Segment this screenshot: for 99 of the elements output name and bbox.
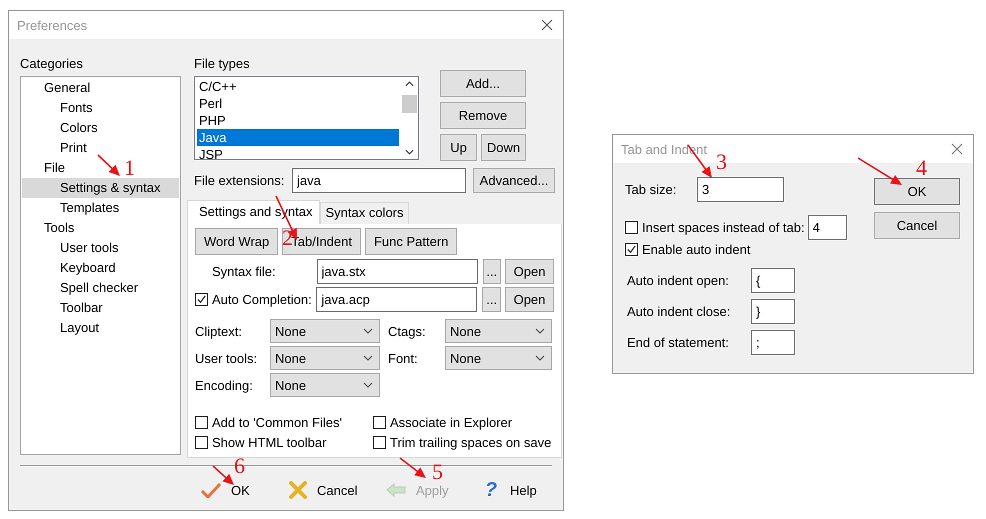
remove-button[interactable]: Remove bbox=[440, 102, 526, 129]
checkmark-icon bbox=[201, 482, 221, 498]
chevron-down-icon bbox=[535, 355, 545, 361]
down-button[interactable]: Down bbox=[481, 134, 526, 161]
checkbox[interactable] bbox=[373, 416, 386, 429]
file-field[interactable]: java.stx bbox=[316, 259, 478, 284]
categories-label: Categories bbox=[20, 56, 84, 72]
tab-size-field[interactable]: 3 bbox=[697, 177, 784, 202]
annotation-arrow bbox=[97, 154, 120, 176]
close-icon[interactable] bbox=[951, 143, 963, 155]
checkbox[interactable] bbox=[195, 293, 208, 306]
annotation-number: 1 bbox=[124, 158, 135, 177]
list-item[interactable]: C/C++ bbox=[197, 78, 399, 95]
panel-button[interactable]: Word Wrap bbox=[195, 228, 278, 255]
dropdown[interactable]: None bbox=[270, 346, 380, 370]
file-extensions-label: File extensions: bbox=[194, 173, 286, 188]
list-item[interactable]: JSP bbox=[197, 146, 399, 163]
dropdown[interactable]: None bbox=[270, 319, 380, 343]
tree-item[interactable]: File bbox=[22, 158, 69, 178]
field-label: End of statement: bbox=[626, 335, 730, 350]
panel-button[interactable]: Func Pattern bbox=[364, 228, 458, 255]
text-field[interactable]: } bbox=[751, 299, 795, 324]
close-icon[interactable] bbox=[541, 19, 553, 31]
dropdown-label: User tools: bbox=[195, 350, 258, 366]
checkbox[interactable] bbox=[195, 416, 208, 429]
help-button[interactable]: ? Help bbox=[482, 478, 537, 502]
list-item[interactable]: PHP bbox=[197, 112, 399, 129]
checkbox-label: Trim trailing spaces on save bbox=[390, 435, 552, 450]
arrow-left-icon bbox=[386, 483, 406, 497]
tree-item[interactable]: Layout bbox=[22, 318, 104, 338]
x-mark-icon bbox=[289, 481, 307, 499]
tree-item[interactable]: User tools bbox=[22, 238, 123, 258]
ok-button[interactable]: OK bbox=[874, 178, 960, 205]
tree-item[interactable]: General bbox=[22, 78, 94, 98]
tree-item[interactable]: Colors bbox=[22, 118, 102, 138]
list-item[interactable]: Perl bbox=[197, 95, 399, 112]
spaces-field[interactable]: 4 bbox=[808, 215, 847, 240]
chevron-down-icon bbox=[363, 355, 373, 361]
checkbox[interactable] bbox=[625, 221, 638, 234]
chevron-down-icon bbox=[363, 382, 373, 388]
browse-button[interactable]: ... bbox=[482, 287, 502, 312]
tab[interactable]: Syntax colors bbox=[320, 202, 409, 224]
annotation-number: 3 bbox=[716, 152, 727, 171]
chevron-down-icon bbox=[363, 328, 373, 334]
annotation-number: 6 bbox=[234, 456, 245, 475]
checkbox-label: Show HTML toolbar bbox=[212, 435, 326, 450]
dropdown-label: Ctags: bbox=[387, 324, 427, 338]
tree-item[interactable]: Print bbox=[22, 138, 91, 158]
checkbox-label: Associate in Explorer bbox=[390, 415, 512, 430]
ok-button[interactable]: OK bbox=[201, 478, 289, 502]
dropdown[interactable]: None bbox=[445, 319, 552, 343]
tree-item[interactable]: Keyboard bbox=[22, 258, 120, 278]
annotation-number: 4 bbox=[916, 158, 927, 177]
annotation-arrow bbox=[400, 457, 426, 478]
tree-item[interactable]: Settings & syntax bbox=[22, 178, 179, 198]
help-icon: ? bbox=[482, 480, 500, 500]
cancel-button[interactable]: Cancel bbox=[874, 212, 960, 239]
chevron-up-icon[interactable] bbox=[405, 81, 414, 87]
tree-item[interactable]: Fonts bbox=[22, 98, 97, 118]
list-item[interactable]: Java bbox=[197, 129, 399, 146]
text-field[interactable]: ; bbox=[751, 330, 795, 355]
checkbox-label: Add to 'Common Files' bbox=[212, 415, 342, 430]
annotation-arrow bbox=[858, 157, 902, 185]
annotation-arrow bbox=[212, 465, 234, 485]
annotation-number: 5 bbox=[432, 462, 443, 481]
up-button[interactable]: Up bbox=[440, 134, 477, 161]
tree-item[interactable]: Toolbar bbox=[22, 298, 107, 318]
dropdown-label: Font: bbox=[387, 350, 419, 366]
field-label: Auto indent open: bbox=[626, 273, 730, 288]
open-button[interactable]: Open bbox=[505, 287, 554, 312]
checkbox-label: Insert spaces instead of tab: bbox=[642, 220, 805, 235]
text-field[interactable]: { bbox=[751, 268, 795, 293]
tree-item[interactable]: Templates bbox=[22, 198, 124, 218]
dropdown-label: Cliptext: bbox=[195, 324, 243, 338]
file-extensions-field[interactable]: java bbox=[292, 168, 466, 193]
checkbox[interactable] bbox=[625, 243, 638, 256]
dropdown-label: Encoding: bbox=[195, 378, 254, 392]
chevron-down-icon bbox=[535, 328, 545, 334]
tree-item[interactable]: Tools bbox=[22, 218, 78, 238]
scrollbar-thumb[interactable] bbox=[402, 95, 417, 113]
checkbox[interactable] bbox=[373, 436, 386, 449]
field-label: Auto indent close: bbox=[626, 304, 732, 319]
field-label: Syntax file: bbox=[212, 264, 276, 279]
open-button[interactable]: Open bbox=[505, 259, 554, 284]
chevron-down-icon[interactable] bbox=[405, 149, 414, 155]
add-button[interactable]: Add... bbox=[440, 70, 526, 97]
cancel-button[interactable]: Cancel bbox=[289, 478, 386, 502]
dropdown[interactable]: None bbox=[445, 346, 552, 370]
advanced-button[interactable]: Advanced... bbox=[473, 168, 555, 193]
checkbox-label: Enable auto indent bbox=[642, 242, 750, 257]
checkbox-label: Auto Completion: bbox=[212, 292, 312, 307]
dropdown[interactable]: None bbox=[270, 373, 380, 397]
file-types-label: File types bbox=[194, 56, 251, 72]
tree-item[interactable]: Spell checker bbox=[22, 278, 142, 298]
browse-button[interactable]: ... bbox=[482, 259, 502, 284]
tab-size-label: Tab size: bbox=[625, 182, 678, 197]
file-field[interactable]: java.acp bbox=[316, 287, 478, 312]
checkbox[interactable] bbox=[195, 436, 208, 449]
window-title: Preferences bbox=[17, 18, 88, 32]
